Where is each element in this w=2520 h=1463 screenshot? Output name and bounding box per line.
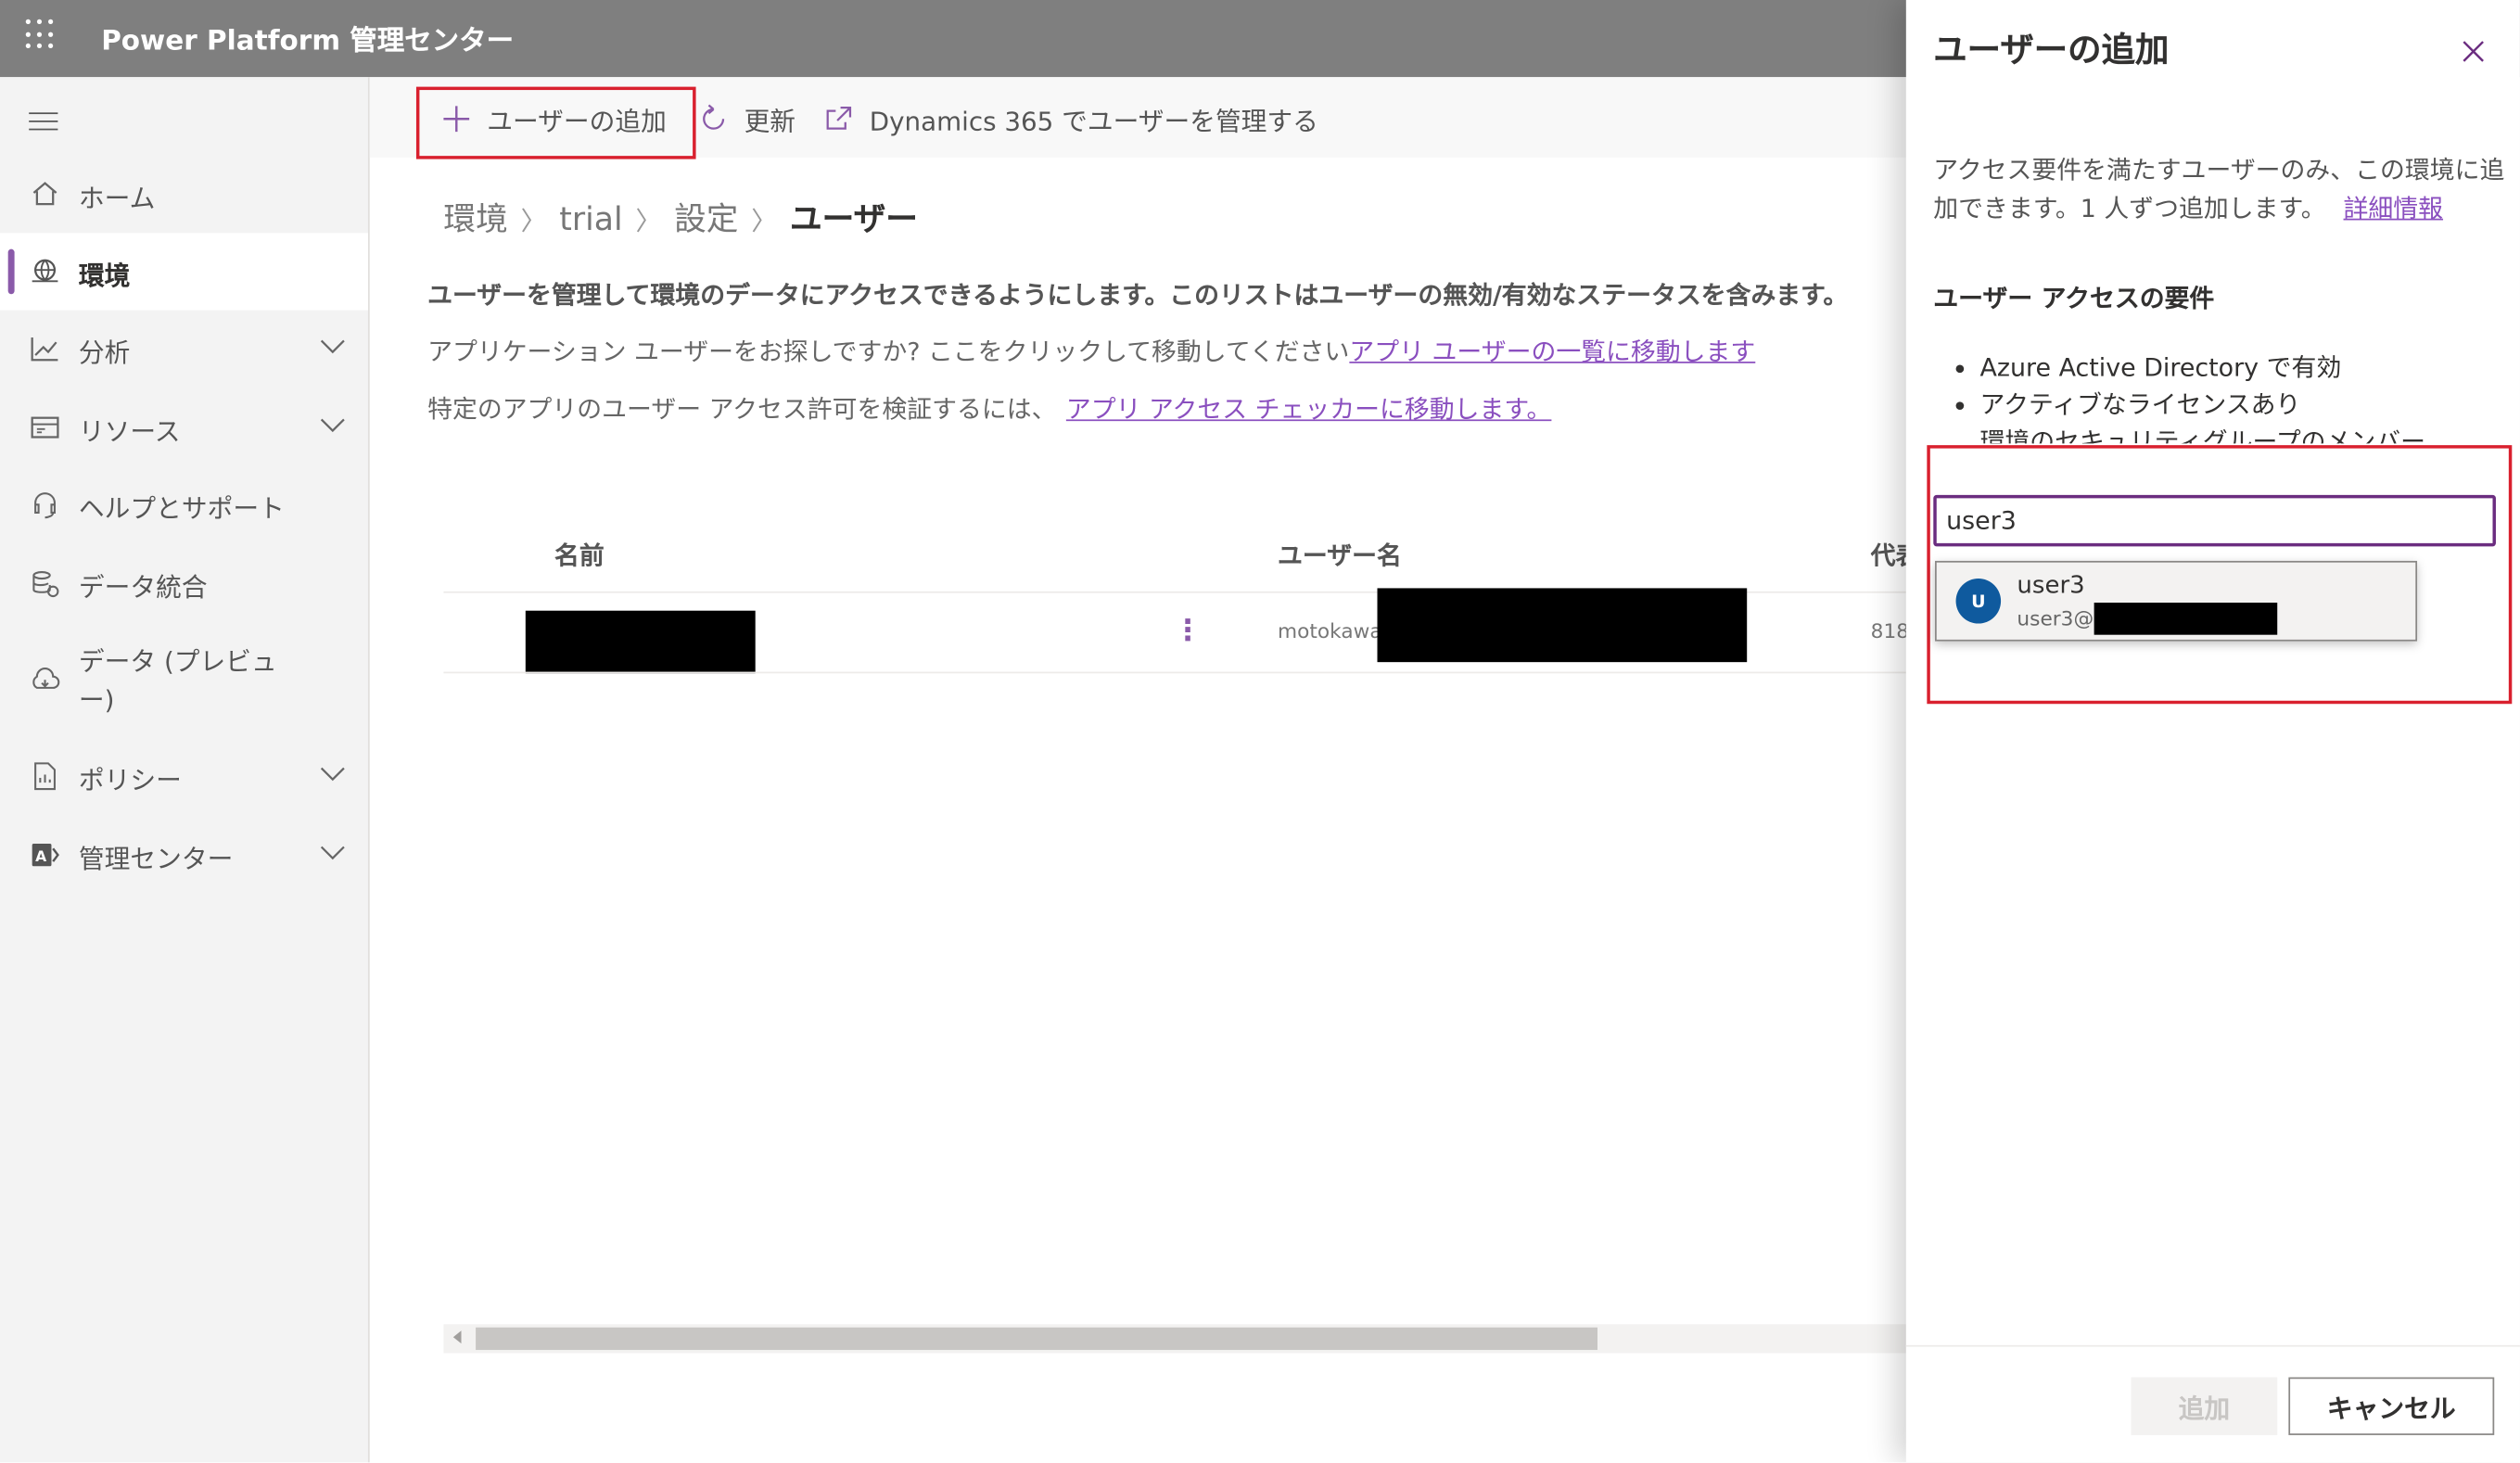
access-checker-text: 特定のアプリのユーザー アクセス許可を検証するには、 (427, 395, 1057, 425)
add-button[interactable]: 追加 (2131, 1377, 2278, 1435)
data-preview-icon (32, 668, 60, 689)
access-checker-line: 特定のアプリのユーザー アクセス許可を検証するには、 アプリ アクセス チェッカー… (427, 390, 1551, 426)
app-users-text: アプリケーション ユーザーをお探しですか? ここをクリックして移動してください (427, 337, 1350, 367)
data-integration-icon (32, 571, 59, 598)
more-options-icon[interactable]: ⋮ (1173, 614, 1202, 647)
active-indicator (7, 248, 15, 295)
chevron-down-icon[interactable] (320, 842, 346, 861)
environment-icon (32, 259, 58, 283)
panel-footer-divider (1905, 1344, 2520, 1347)
app-launcher-icon[interactable] (25, 19, 58, 52)
chevron-right-icon: 〉 (520, 205, 547, 236)
sidebar-item-analytics[interactable]: 分析 (0, 311, 368, 388)
chevron-down-icon[interactable] (320, 763, 346, 782)
scrollbar-thumb[interactable] (476, 1327, 1597, 1351)
panel-description: アクセス要件を満たすユーザーのみ、この環境に追加できます。1 人ずつ追加します。… (1933, 151, 2514, 228)
chevron-right-icon: 〉 (635, 205, 662, 236)
sidebar-item-label: リソース (78, 415, 181, 447)
redacted-name (525, 610, 756, 674)
svg-text:A: A (35, 848, 46, 865)
sidebar-item-data-integration[interactable]: データ統合 (0, 545, 368, 622)
sidebar-item-help-support[interactable]: ヘルプとサポート (0, 466, 368, 543)
column-header-representative[interactable]: 代表 (1871, 537, 1906, 572)
headset-icon (34, 492, 56, 519)
chevron-down-icon[interactable] (320, 336, 346, 355)
app-users-link[interactable]: アプリ ユーザーの一覧に移動します (1349, 337, 1755, 366)
app-users-line: アプリケーション ユーザーをお探しですか? ここをクリックして移動してくださいア… (427, 333, 1755, 368)
breadcrumb-item-settings[interactable]: 設定 (674, 199, 738, 238)
sidebar-item-label: 分析 (78, 337, 131, 368)
refresh-label: 更新 (744, 106, 796, 137)
panel-title: ユーザーの追加 (1933, 30, 2170, 70)
breadcrumb: 環境〉 trial 〉設定〉ユーザー (443, 193, 918, 239)
sidebar-item-admin-centers[interactable]: A 管理センター (0, 817, 368, 894)
add-user-panel: ユーザーの追加 アクセス要件を満たすユーザーのみ、この環境に追加できます。1 人… (1905, 0, 2520, 1463)
access-checker-link[interactable]: アプリ アクセス チェッカーに移動します。 (1066, 395, 1552, 424)
breadcrumb-item-trial[interactable]: trial (559, 199, 622, 238)
chevron-down-icon[interactable] (320, 414, 346, 434)
admin-centers-icon: A (32, 844, 59, 867)
redacted-email-domain (2094, 603, 2278, 635)
sidebar-item-label: ホーム (78, 183, 156, 214)
row-username-prefix: motokawa (1278, 618, 1382, 643)
more-info-link[interactable]: 詳細情報 (2344, 195, 2443, 223)
requirements-list: Azure Active Directory で有効 アクティブなライセンスあり… (1955, 350, 2425, 443)
plus-icon (443, 106, 470, 133)
requirement-item: Azure Active Directory で有効 (1955, 350, 2425, 388)
sidebar-item-data-preview[interactable]: データ (プレビュー) (0, 622, 368, 734)
sidebar-item-policies[interactable]: ポリシー (0, 738, 368, 815)
horizontal-scrollbar[interactable] (443, 1324, 1906, 1354)
manage-d365-label: Dynamics 365 でユーザーを管理する (869, 106, 1318, 137)
sidebar-item-resources[interactable]: リソース (0, 388, 368, 465)
table-row-divider (443, 671, 1906, 674)
sidebar-item-label: 環境 (78, 260, 131, 291)
policy-icon (34, 762, 56, 791)
refresh-button[interactable]: 更新 (697, 98, 795, 140)
add-user-label: ユーザーの追加 (487, 106, 667, 137)
close-icon[interactable] (2457, 35, 2489, 68)
user-search-input[interactable] (1933, 494, 2496, 547)
sidebar-item-environments[interactable]: 環境 (0, 233, 368, 311)
open-external-icon (826, 107, 852, 130)
avatar: U (1955, 579, 2002, 624)
column-header-username[interactable]: ユーザー名 (1278, 537, 1402, 572)
sidebar-item-label: ヘルプとサポート (78, 493, 285, 525)
cancel-button[interactable]: キャンセル (2288, 1377, 2495, 1435)
requirement-item: アクティブなライセンスあり (1955, 388, 2425, 425)
table-row[interactable]: ⋮ motokawa 818 (443, 588, 1909, 674)
page-description: ユーザーを管理して環境のデータにアクセスできるようにします。このリストはユーザー… (427, 281, 1849, 311)
chevron-right-icon: 〉 (751, 205, 778, 236)
resources-icon (31, 416, 59, 439)
sidebar-item-home[interactable]: ホーム (0, 156, 368, 233)
user-suggestion-item[interactable]: U user3 user3@ (1935, 560, 2418, 642)
refresh-icon (703, 104, 725, 130)
breadcrumb-current: ユーザー (789, 198, 918, 238)
sidebar-item-label: 管理センター (78, 844, 234, 874)
requirements-title: ユーザー アクセスの要件 (1933, 284, 2215, 314)
analytics-icon (31, 337, 58, 362)
column-header-name[interactable]: 名前 (554, 537, 605, 572)
redacted-username (1377, 588, 1748, 663)
requirement-item: 環境のセキュリティグループのメンバー (1980, 425, 2425, 443)
suggestion-name: user3 (2017, 570, 2085, 600)
home-icon (32, 182, 57, 206)
sidebar-item-label: ポリシー (78, 765, 182, 796)
add-user-button[interactable]: ユーザーの追加 (440, 98, 667, 140)
sidebar: ホーム 環境 分析 リソース ヘルプとサポート データ統合 データ (プレビュー… (0, 77, 370, 1463)
row-extra-value: 818 (1870, 618, 1910, 643)
sidebar-item-label: データ統合 (78, 572, 208, 604)
hamburger-menu-icon[interactable] (29, 112, 58, 132)
breadcrumb-item-environments[interactable]: 環境 (443, 199, 507, 238)
app-title[interactable]: Power Platform 管理センター (101, 18, 514, 58)
sidebar-item-label: データ (プレビュー) (78, 645, 277, 716)
suggestion-email: user3@ (2017, 605, 2094, 630)
manage-d365-button[interactable]: Dynamics 365 でユーザーを管理する (823, 98, 1318, 140)
scroll-left-arrow-icon[interactable] (452, 1330, 462, 1344)
